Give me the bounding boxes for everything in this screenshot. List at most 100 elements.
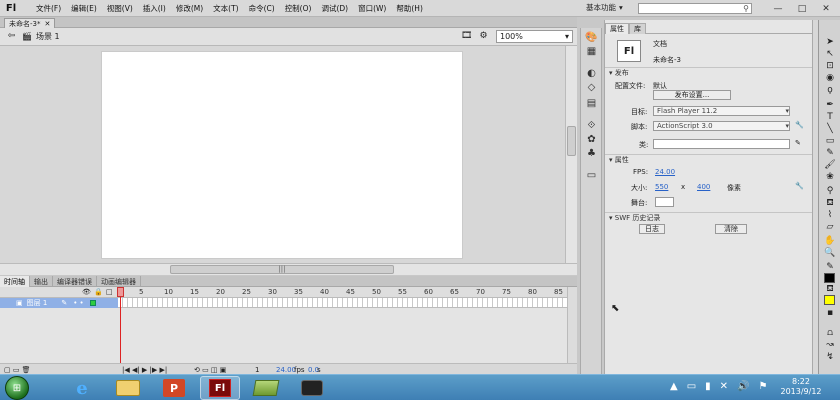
subselection-tool-icon[interactable]: ↖ [823, 49, 837, 60]
explorer-icon[interactable] [108, 376, 148, 400]
back-arrow-icon[interactable]: ⇦ [6, 31, 17, 42]
ie-icon[interactable]: e [62, 376, 102, 400]
frames-row[interactable] [118, 298, 567, 308]
edit-symbol-icon[interactable]: ⚙ [478, 31, 489, 42]
powerpoint-icon[interactable]: P [154, 376, 194, 400]
eraser-tool-icon[interactable]: ▱ [823, 222, 837, 233]
tab-properties[interactable]: 属性 [605, 23, 629, 34]
swap-colors-icon[interactable]: ▪ [823, 308, 837, 319]
brush-tool-icon[interactable]: 🖌 [823, 160, 837, 171]
menu-insert[interactable]: 插入(I) [138, 3, 171, 14]
hand-tool-icon[interactable]: ✋ [823, 236, 837, 247]
stage-width[interactable]: 550 [655, 183, 668, 191]
free-transform-tool-icon[interactable]: ⊡ [823, 61, 837, 72]
wrench-icon[interactable]: 🔧 [795, 182, 804, 190]
clear-button[interactable]: 清除 [715, 224, 747, 234]
tab-compiler-errors[interactable]: 编译器错误 [53, 276, 97, 287]
playhead-handle[interactable] [117, 287, 124, 297]
close-icon[interactable]: ✕ [44, 20, 50, 28]
stage-color-swatch[interactable] [655, 197, 674, 207]
transform-icon[interactable]: ◇ [585, 82, 598, 94]
code-icon[interactable]: ⟐ [585, 120, 598, 132]
workspace-switcher[interactable]: 基本功能 ▾ [586, 2, 623, 13]
palette-icon[interactable]: 🎨 [585, 32, 598, 44]
target-select[interactable]: Flash Player 11.2 ▾ [653, 106, 790, 116]
layer-visibility-dots[interactable]: • • [73, 299, 83, 307]
scene-breadcrumb[interactable]: 🎬 场景 1 [22, 31, 60, 42]
menu-edit[interactable]: 编辑(E) [66, 3, 102, 14]
selection-tool-icon[interactable]: ➤ [823, 37, 837, 48]
horizontal-scrollbar[interactable]: ||| [0, 263, 577, 275]
line-tool-icon[interactable]: ╲ [823, 124, 837, 135]
pen-tool-icon[interactable]: ✒ [823, 100, 837, 111]
section-properties[interactable]: ▾ 属性 [605, 154, 815, 164]
publish-settings-button[interactable]: 发布设置... [653, 90, 731, 100]
outline-icon[interactable]: □ [106, 288, 113, 296]
menu-window[interactable]: 窗口(W) [353, 3, 391, 14]
stroke-color-swatch[interactable] [824, 273, 835, 283]
edit-scene-icon[interactable]: 🎞 [461, 31, 472, 42]
layer-color-swatch[interactable] [89, 300, 96, 306]
pencil-tool-icon[interactable]: ✎ [823, 148, 837, 159]
frame-ruler[interactable]: 5 10 15 20 25 30 35 40 45 50 55 60 65 70… [118, 287, 567, 298]
stage-canvas[interactable] [101, 51, 463, 259]
bone-tool-icon[interactable]: ⚲ [823, 186, 837, 197]
vertical-scrollbar[interactable] [565, 46, 577, 263]
tray-network-icon[interactable]: ▭ [687, 381, 696, 392]
components-icon[interactable]: ✿ [585, 134, 598, 146]
menu-text[interactable]: 文本(T) [208, 3, 243, 14]
playback-controls[interactable]: |◀ ◀| ▶ |▶ ▶| [122, 366, 167, 374]
close-button[interactable]: ✕ [814, 4, 838, 14]
align-icon[interactable]: ▤ [585, 98, 598, 110]
folder-icon[interactable] [246, 376, 286, 400]
menu-modify[interactable]: 修改(M) [171, 3, 208, 14]
menu-view[interactable]: 视图(V) [102, 3, 138, 14]
horizontal-scroll-thumb[interactable]: ||| [170, 265, 394, 274]
tab-library[interactable]: 库 [629, 23, 646, 34]
menu-help[interactable]: 帮助(H) [391, 3, 428, 14]
section-publish[interactable]: ▾ 发布 [605, 67, 815, 77]
document-tab[interactable]: 未命名-3* ✕ [4, 18, 56, 28]
flag-icon[interactable]: ⚑ [759, 381, 768, 392]
pencil-icon[interactable]: ✎ [795, 139, 801, 147]
layer-row[interactable]: ▣ 图层 1 ✎ • • [0, 298, 118, 308]
class-input[interactable] [653, 139, 790, 149]
text-tool-icon[interactable]: T [823, 112, 837, 123]
stroke-color-icon[interactable]: ✎ [823, 262, 837, 273]
fill-color-icon[interactable]: ⛾ [823, 284, 837, 295]
layer-buttons[interactable]: ▢ ▭ 🗑 [4, 366, 31, 374]
snap-magnet-icon[interactable]: ⩍ [823, 328, 837, 339]
fill-color-swatch[interactable] [824, 295, 835, 305]
menu-file[interactable]: 文件(F) [31, 3, 66, 14]
camera-icon[interactable] [292, 376, 332, 400]
flash-taskbar-button[interactable]: Fl [200, 376, 240, 400]
help-search-input[interactable]: ⚲ [638, 3, 752, 14]
menu-commands[interactable]: 命令(C) [244, 3, 280, 14]
volume-icon[interactable]: 🔊 [737, 381, 749, 392]
motion-icon[interactable]: ▭ [585, 170, 598, 182]
start-button[interactable]: ⊞ [5, 376, 29, 400]
deco-tool-icon[interactable]: ❀ [823, 172, 837, 183]
zoom-tool-icon[interactable]: 🔍 [823, 248, 837, 259]
wrench-icon[interactable]: 🔧 [795, 121, 804, 129]
menu-control[interactable]: 控制(O) [280, 3, 317, 14]
timeline-scrollbar[interactable] [567, 287, 577, 363]
menu-debug[interactable]: 调试(D) [316, 3, 353, 14]
fps-value[interactable]: 24.00 [655, 168, 675, 176]
tray-expand-icon[interactable]: ▲ [670, 381, 678, 392]
paint-bucket-tool-icon[interactable]: ⛾ [823, 198, 837, 209]
script-select[interactable]: ActionScript 3.0 ▾ [653, 121, 790, 131]
info-icon[interactable]: ◐ [585, 68, 598, 80]
eyedropper-tool-icon[interactable]: ⌇ [823, 210, 837, 221]
tab-output[interactable]: 输出 [30, 276, 53, 287]
library-icon[interactable]: ♣ [585, 148, 598, 160]
vertical-scroll-thumb[interactable] [567, 126, 576, 156]
grid-icon[interactable]: ▦ [585, 46, 598, 58]
smooth-icon[interactable]: ↝ [823, 340, 837, 351]
system-clock[interactable]: 8:22 2013/9/12 [776, 377, 826, 397]
onion-skin-icon[interactable]: ⟲ ▭ ◫ ▣ [194, 366, 226, 374]
straighten-icon[interactable]: ↯ [823, 352, 837, 363]
tab-timeline[interactable]: 时间轴 [0, 276, 30, 287]
3d-rotation-tool-icon[interactable]: ◉ [823, 73, 837, 84]
lasso-tool-icon[interactable]: ϙ [823, 85, 837, 96]
